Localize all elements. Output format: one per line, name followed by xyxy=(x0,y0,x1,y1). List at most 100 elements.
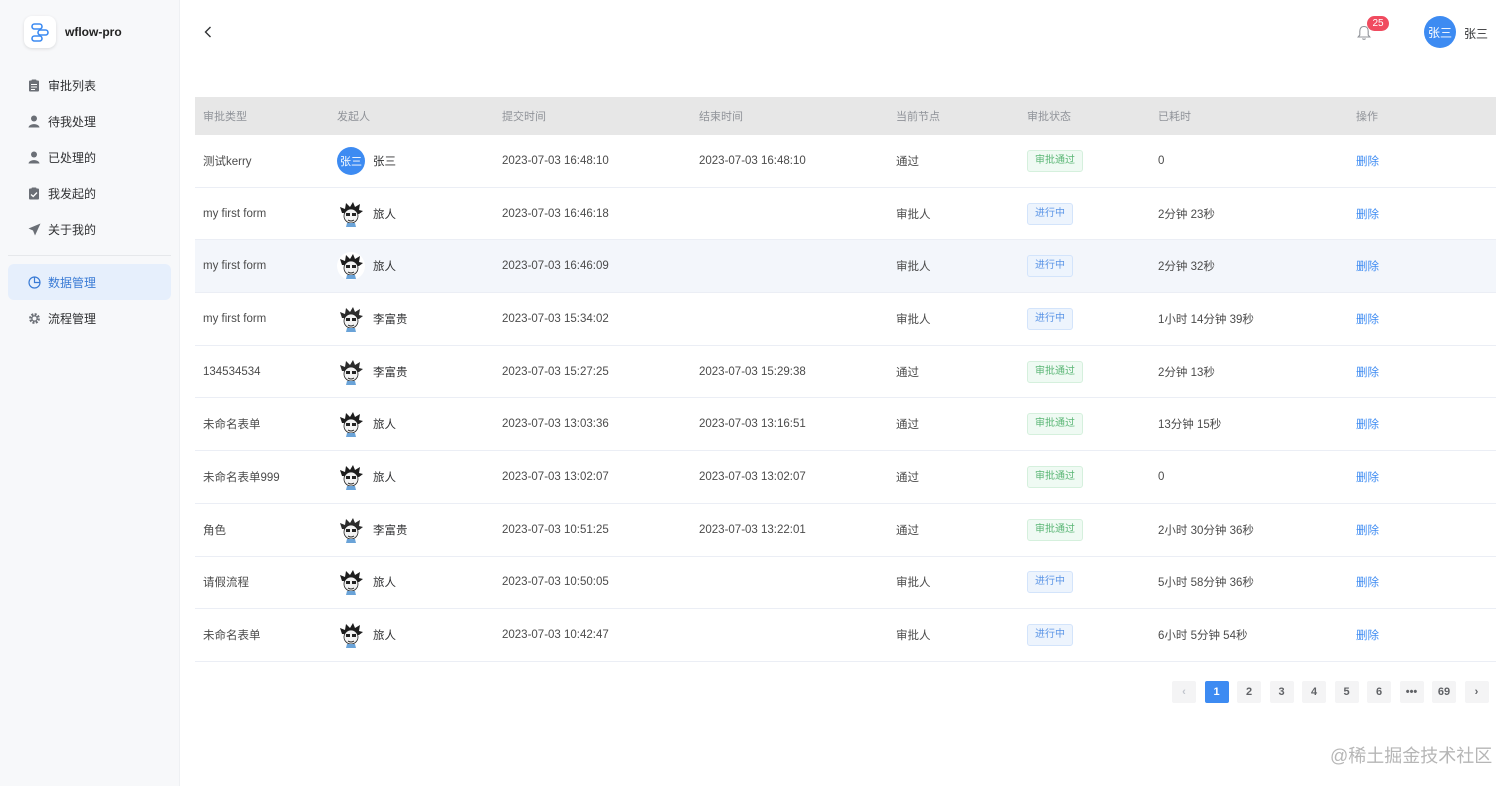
sidebar-item-about-me[interactable]: 关于我的 xyxy=(8,211,171,247)
avatar xyxy=(337,515,365,544)
page-button[interactable]: 5 xyxy=(1334,681,1359,703)
initiator-name: 李富贵 xyxy=(373,524,408,537)
initiator-name: 旅人 xyxy=(373,577,396,590)
cell-duration: 5小时 58分钟 36秒 xyxy=(1158,577,1254,590)
page-button[interactable]: 1 xyxy=(1204,681,1229,703)
cell-status: 进行中 xyxy=(1027,307,1073,330)
page-button[interactable]: 2 xyxy=(1237,681,1261,703)
cell-duration: 2分钟 23秒 xyxy=(1158,208,1215,221)
send-icon xyxy=(27,222,41,236)
cell-type: 未命名表单 xyxy=(203,630,261,643)
column-header: 发起人 xyxy=(337,111,370,123)
sidebar-item-todo[interactable]: 待我处理 xyxy=(8,103,171,139)
table-row[interactable]: 未命名表单 旅人 2023-07-03 10:42:47 审批人 进行中 6小时 5分钟 … xyxy=(195,609,1496,662)
more-pages-button[interactable]: ••• xyxy=(1399,681,1424,703)
delete-link[interactable]: 删除 xyxy=(1356,206,1379,222)
cell-submit-time: 2023-07-03 10:42:47 xyxy=(502,629,609,642)
table-row[interactable]: 未命名表单 旅人 2023-07-03 13:03:36 2023-07-03 13:… xyxy=(195,398,1496,452)
status-badge: 审批通过 xyxy=(1027,413,1083,436)
pagination: ‹ 1 2 3 4 5 6 ••• 69 › xyxy=(1172,681,1497,703)
sidebar-item-initiated[interactable]: 我发起的 xyxy=(8,175,171,211)
page-button[interactable]: 6 xyxy=(1367,681,1391,703)
brand-name: wflow-pro xyxy=(65,25,122,39)
page-button[interactable]: 4 xyxy=(1302,681,1326,703)
notification-badge: 25 xyxy=(1367,16,1389,31)
status-badge: 进行中 xyxy=(1027,255,1073,278)
clipboard-icon xyxy=(27,78,41,92)
cell-end-time: 2023-07-03 13:02:07 xyxy=(699,470,806,483)
sidebar-item-process-management[interactable]: 流程管理 xyxy=(8,300,171,336)
table-row[interactable]: 测试kerry 张三 张三 2023-07-03 16:48:10 2023-07-03… xyxy=(195,135,1496,188)
avatar xyxy=(337,304,365,333)
delete-link[interactable]: 删除 xyxy=(1356,416,1379,432)
user-avatar[interactable]: 张三 xyxy=(1424,16,1456,48)
page-button[interactable]: 3 xyxy=(1269,681,1294,703)
sidebar-item-label: 我发起的 xyxy=(48,186,97,201)
table-row[interactable]: 角色 李富贵 2023-07-03 10:51:25 2023-07-03 13:22… xyxy=(195,504,1496,557)
cell-duration: 2分钟 13秒 xyxy=(1158,366,1215,379)
table-row[interactable]: 134534534 李富贵 2023-07-03 15:27:25 2023-07-0… xyxy=(195,346,1496,399)
delete-link[interactable]: 删除 xyxy=(1356,627,1379,643)
cell-status: 进行中 xyxy=(1027,255,1073,278)
cell-end-time: 2023-07-03 16:48:10 xyxy=(699,154,806,167)
sidebar-item-approval-list[interactable]: 审批列表 xyxy=(8,67,171,103)
page-button[interactable]: 69 xyxy=(1432,681,1456,703)
table-row[interactable]: my first form 旅人 2023-07-03 16:46:09 审批人 进行中… xyxy=(195,240,1496,294)
cell-current-node: 通过 xyxy=(896,471,919,484)
delete-link[interactable]: 删除 xyxy=(1356,522,1379,538)
delete-link[interactable]: 删除 xyxy=(1356,258,1379,274)
pie-chart-icon xyxy=(27,275,41,289)
cell-submit-time: 2023-07-03 16:48:10 xyxy=(502,154,609,167)
delete-link[interactable]: 删除 xyxy=(1356,364,1379,380)
cell-initiator: 旅人 xyxy=(337,462,396,491)
sidebar-item-data-management[interactable]: 数据管理 xyxy=(8,264,171,300)
next-page-button[interactable]: › xyxy=(1464,681,1489,703)
sidebar-item-processed[interactable]: 已处理的 xyxy=(8,139,171,175)
cell-initiator: 旅人 xyxy=(337,410,396,439)
avatar xyxy=(337,252,365,281)
status-badge: 审批通过 xyxy=(1027,149,1083,172)
data-table: 审批类型 发起人 提交时间 结束时间 当前节点 审批状态 已耗时 操作 测试ke… xyxy=(195,97,1496,662)
brand[interactable]: wflow-pro xyxy=(24,16,122,48)
user-check-icon xyxy=(27,150,41,164)
cell-initiator: 旅人 xyxy=(337,252,396,281)
cell-initiator: 旅人 xyxy=(337,568,396,597)
cell-initiator: 李富贵 xyxy=(337,515,408,544)
prev-page-button[interactable]: ‹ xyxy=(1172,681,1196,703)
cell-initiator: 李富贵 xyxy=(337,357,408,386)
delete-link[interactable]: 删除 xyxy=(1356,153,1379,169)
table-row[interactable]: my first form 旅人 2023-07-03 16:46:18 审批人 进行中… xyxy=(195,188,1496,241)
table-header: 审批类型 发起人 提交时间 结束时间 当前节点 审批状态 已耗时 操作 xyxy=(195,97,1496,135)
column-header: 操作 xyxy=(1356,111,1378,123)
delete-link[interactable]: 删除 xyxy=(1356,574,1379,590)
initiator-name: 旅人 xyxy=(373,419,396,432)
delete-link[interactable]: 删除 xyxy=(1356,311,1379,327)
cell-submit-time: 2023-07-03 13:02:07 xyxy=(502,470,609,483)
status-badge: 进行中 xyxy=(1027,307,1073,330)
table-row[interactable]: 请假流程 旅人 2023-07-03 10:50:05 审批人 进行中 5小时 58分钟 … xyxy=(195,557,1496,610)
cell-status: 审批通过 xyxy=(1027,149,1083,172)
column-header: 审批类型 xyxy=(203,111,247,123)
user-icon xyxy=(27,114,41,128)
sidebar-item-label: 已处理的 xyxy=(48,150,97,165)
cell-type: 未命名表单 xyxy=(203,419,261,432)
table-row[interactable]: 未命名表单999 旅人 2023-07-03 13:02:07 2023-07-03 … xyxy=(195,451,1496,504)
cell-current-node: 通过 xyxy=(896,366,919,379)
sidebar-item-label: 流程管理 xyxy=(48,311,97,326)
watermark: @稀土掘金技术社区 xyxy=(1330,746,1493,766)
back-arrow-icon[interactable] xyxy=(198,22,218,42)
table-row[interactable]: my first form 李富贵 2023-07-03 15:34:02 审批人 进行… xyxy=(195,293,1496,346)
cell-current-node: 通过 xyxy=(896,419,919,432)
cell-current-node: 审批人 xyxy=(896,313,931,326)
sidebar-item-label: 数据管理 xyxy=(48,275,97,290)
delete-link[interactable]: 删除 xyxy=(1356,469,1379,485)
column-header: 当前节点 xyxy=(896,111,940,123)
cell-duration: 6小时 5分钟 54秒 xyxy=(1158,630,1248,643)
user-name[interactable]: 张三 xyxy=(1464,25,1488,42)
cell-submit-time: 2023-07-03 16:46:09 xyxy=(502,260,609,273)
initiator-name: 张三 xyxy=(373,155,396,168)
cell-type: 请假流程 xyxy=(203,577,249,590)
column-header: 结束时间 xyxy=(699,111,743,123)
initiator-name: 旅人 xyxy=(373,630,396,643)
cell-duration: 0 xyxy=(1158,154,1165,167)
